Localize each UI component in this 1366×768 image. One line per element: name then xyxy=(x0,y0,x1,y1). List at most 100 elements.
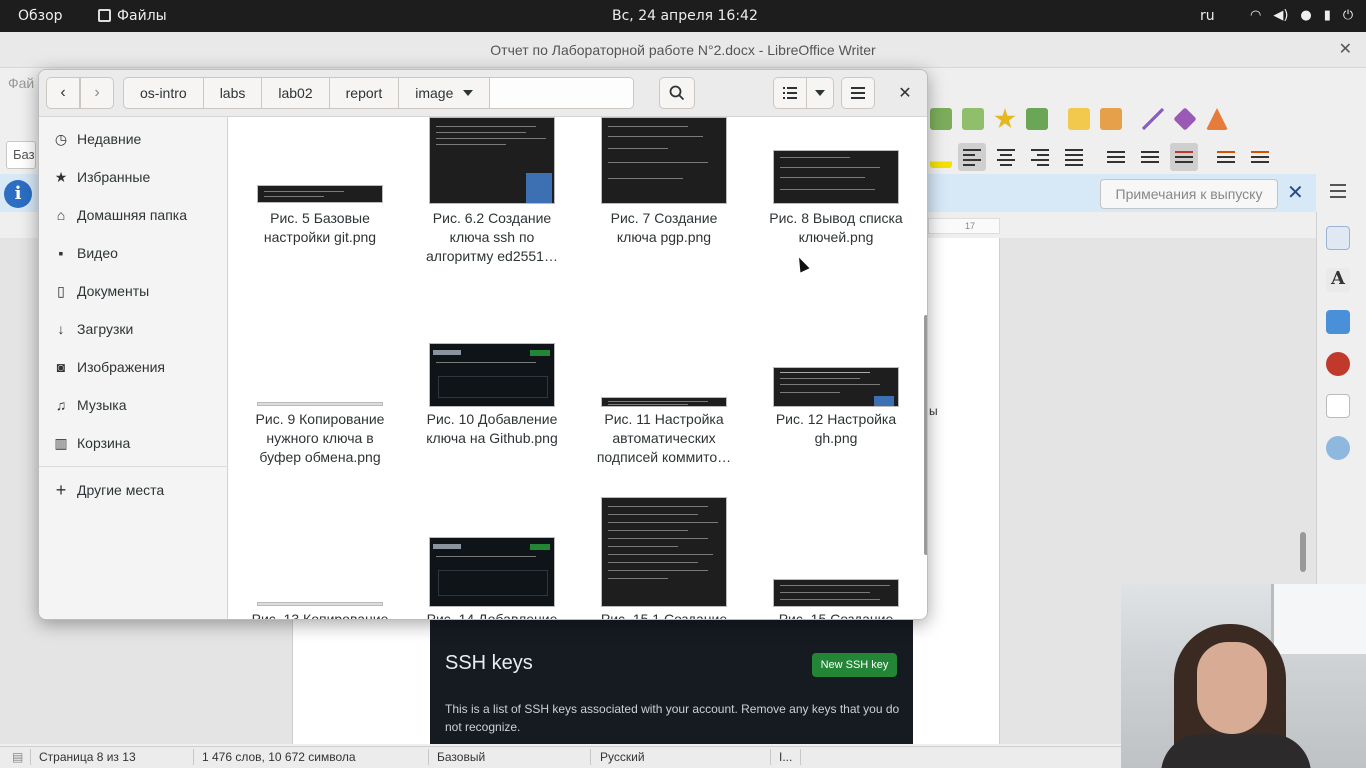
file-label[interactable]: Рис. 8 Вывод списка ключей.png xyxy=(750,209,922,247)
page-icon[interactable] xyxy=(1326,394,1350,418)
sidebar-item-downloads[interactable]: ↓ Загрузки xyxy=(39,310,228,348)
release-notes-button[interactable]: Примечания к выпуску xyxy=(1100,179,1278,209)
battery-icon: ▮ xyxy=(1323,8,1331,23)
highlight-color-icon[interactable] xyxy=(930,146,952,168)
app-menu[interactable]: Файлы xyxy=(98,0,167,32)
file-thumbnail[interactable] xyxy=(257,185,383,203)
top-bar: Обзор Файлы Вс, 24 апреля 16:42 ru ◠ ◀) … xyxy=(0,0,1366,32)
insert-star-icon[interactable] xyxy=(994,108,1016,129)
file-label[interactable]: Рис. 14 Добавление xyxy=(406,610,578,619)
file-thumbnail[interactable] xyxy=(429,117,555,204)
search-icon xyxy=(669,85,685,101)
sidebar-item-trash[interactable]: ▥ Корзина xyxy=(39,424,228,462)
sidebar-item-other-locations[interactable]: + Другие места xyxy=(39,471,228,509)
word-count[interactable]: 1 476 слов, 10 672 символа xyxy=(202,750,356,764)
close-button[interactable]: ✕ xyxy=(889,77,921,109)
align-center-icon[interactable] xyxy=(992,143,1020,171)
page-style[interactable]: Базовый xyxy=(437,750,485,764)
align-right-icon[interactable] xyxy=(1026,143,1054,171)
draw-functions-icon[interactable] xyxy=(1206,108,1228,130)
file-thumbnail[interactable] xyxy=(601,397,727,407)
system-status-area[interactable]: ◠ ◀) ● ▮ ⏻ xyxy=(1250,0,1353,32)
file-thumbnail[interactable] xyxy=(773,367,899,407)
file-thumbnail[interactable] xyxy=(429,537,555,607)
text-language[interactable]: Русский xyxy=(600,750,645,764)
manage-changes-icon[interactable] xyxy=(1326,436,1350,460)
file-thumbnail[interactable] xyxy=(773,579,899,607)
file-label[interactable]: Рис. 15.1 Создание xyxy=(578,610,750,619)
path-bar-spacer xyxy=(490,78,634,108)
unordered-list-icon[interactable] xyxy=(1102,143,1130,171)
file-grid-scrollbar[interactable] xyxy=(924,315,927,555)
close-icon[interactable]: ✕ xyxy=(1287,182,1304,204)
navigator-icon[interactable] xyxy=(1326,352,1350,376)
ordered-list-icon[interactable] xyxy=(1136,143,1164,171)
clock[interactable]: Вс, 24 апреля 16:42 xyxy=(612,0,758,32)
file-thumbnail[interactable] xyxy=(257,402,383,406)
sidebar-item-videos[interactable]: ▪ Видео xyxy=(39,234,228,272)
sidebar-item-label: Документы xyxy=(77,283,150,299)
insert-chart-icon[interactable] xyxy=(930,108,952,130)
sidebar-item-starred[interactable]: ★ Избранные xyxy=(39,158,228,196)
sidebar-item-music[interactable]: ♫ Музыка xyxy=(39,386,228,424)
track-changes-icon[interactable] xyxy=(1100,108,1122,130)
file-thumbnail[interactable] xyxy=(429,343,555,407)
outline-list-icon[interactable] xyxy=(1170,143,1198,171)
page-count[interactable]: Страница 8 из 13 xyxy=(39,750,136,764)
insert-field-icon[interactable] xyxy=(1026,108,1048,130)
increase-indent-icon[interactable] xyxy=(1212,143,1240,171)
forward-button[interactable]: › xyxy=(80,77,114,109)
file-label[interactable]: Рис. 15 Создание xyxy=(750,610,922,619)
path-segment[interactable]: os-intro xyxy=(124,78,204,108)
file-grid: Рис. 5 Базовые настройки git.png Рис. 6.2… xyxy=(229,117,927,619)
activities-button[interactable]: Обзор xyxy=(18,0,63,32)
view-options-button[interactable] xyxy=(806,77,834,109)
insert-textbox-icon[interactable] xyxy=(962,108,984,130)
styles-icon[interactable]: A xyxy=(1326,268,1350,292)
volume-icon: ◀) xyxy=(1273,8,1289,23)
close-icon[interactable]: ✕ xyxy=(1339,32,1352,68)
menu-file[interactable]: Фай xyxy=(8,75,34,91)
sidebar-item-pictures[interactable]: ◙ Изображения xyxy=(39,348,228,386)
properties-icon[interactable] xyxy=(1326,226,1350,250)
path-segment[interactable]: report xyxy=(330,78,400,108)
file-thumbnail[interactable] xyxy=(601,117,727,204)
file-label[interactable]: Рис. 12 Настройка gh.png xyxy=(750,410,922,448)
decrease-indent-icon[interactable] xyxy=(1246,143,1274,171)
path-segment-current[interactable]: image xyxy=(399,78,491,108)
insert-mode[interactable]: I... xyxy=(779,750,792,764)
document-embedded-image: SSH keys New SSH key This is a list of S… xyxy=(430,620,913,744)
file-label[interactable]: Рис. 13 Копирование xyxy=(234,610,406,619)
keyboard-layout-indicator[interactable]: ru xyxy=(1200,0,1215,32)
file-label[interactable]: Рис. 5 Базовые настройки git.png xyxy=(234,209,406,247)
basic-shapes-icon[interactable] xyxy=(1173,107,1197,131)
sidebar-item-recent[interactable]: ◷ Недавние xyxy=(39,120,228,158)
paragraph-style-box[interactable]: Баз xyxy=(6,141,36,169)
gallery-icon[interactable] xyxy=(1326,310,1350,334)
search-button[interactable] xyxy=(659,77,695,109)
file-label[interactable]: Рис. 11 Настройка автоматических подписей … xyxy=(578,410,750,467)
microphone-icon: ● xyxy=(1300,8,1312,23)
back-button[interactable]: ‹ xyxy=(46,77,80,109)
path-segment[interactable]: labs xyxy=(204,78,263,108)
insert-comment-icon[interactable] xyxy=(1068,108,1090,130)
file-label[interactable]: Рис. 6.2 Создание ключа ssh по алгоритму e… xyxy=(406,209,578,266)
file-label[interactable]: Рис. 7 Создание ключа pgp.png xyxy=(578,209,750,247)
path-segment[interactable]: lab02 xyxy=(262,78,330,108)
file-thumbnail[interactable] xyxy=(257,602,383,606)
sidebar-item-home[interactable]: ⌂ Домашняя папка xyxy=(39,196,228,234)
file-thumbnail[interactable] xyxy=(773,150,899,204)
align-left-icon[interactable] xyxy=(958,143,986,171)
justify-icon[interactable] xyxy=(1060,143,1088,171)
sidebar-item-documents[interactable]: ▯ Документы xyxy=(39,272,228,310)
view-list-button[interactable] xyxy=(773,77,807,109)
sidebar-item-label: Избранные xyxy=(77,169,151,185)
insert-line-icon[interactable] xyxy=(1142,108,1164,130)
document-scrollbar[interactable] xyxy=(1300,532,1306,572)
file-label[interactable]: Рис. 9 Копирование нужного ключа в буфер о… xyxy=(234,410,406,467)
file-thumbnail[interactable] xyxy=(601,497,727,607)
current-folder-label: image xyxy=(415,85,454,101)
sidebar-menu-icon[interactable] xyxy=(1330,184,1346,202)
file-label[interactable]: Рис. 10 Добавление ключа на Github.png xyxy=(406,410,578,448)
main-menu-button[interactable] xyxy=(841,77,875,109)
